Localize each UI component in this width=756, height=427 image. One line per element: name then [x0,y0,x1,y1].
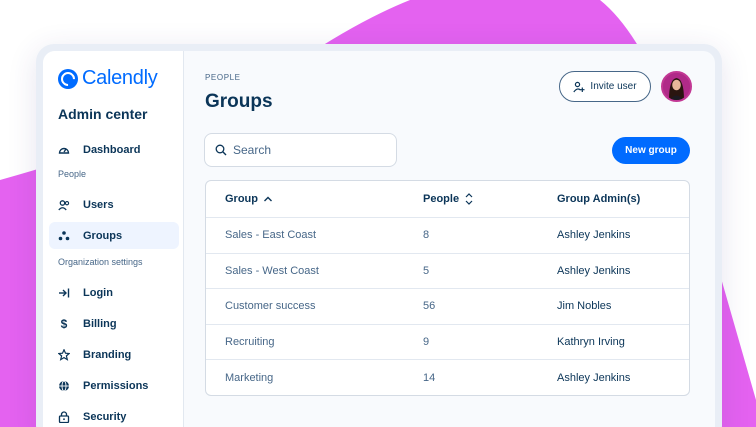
table-header-row: Group People Group Admin(s) [206,181,689,217]
page-eyebrow: PEOPLE [205,73,241,82]
avatar[interactable] [661,71,692,102]
column-header-people[interactable]: People [423,192,557,206]
invite-user-label: Invite user [590,81,637,92]
sidebar-item-dashboard[interactable]: Dashboard [49,136,179,163]
table-row[interactable]: Customer success 56 Jim Nobles [206,288,689,324]
cell-people-count: 14 [423,371,436,384]
sidebar-item-label: Branding [83,348,132,361]
cell-group-name: Recruiting [225,336,275,349]
sidebar-item-permissions[interactable]: Permissions [49,372,179,399]
table-row[interactable]: Sales - East Coast 8 Ashley Jenkins [206,217,689,253]
search-input[interactable]: Search [204,133,397,167]
table-row[interactable]: Marketing 14 Ashley Jenkins [206,359,689,395]
section-label-people: People [58,169,87,179]
sidebar: Calendly Admin center Dashboard People U… [43,51,184,427]
cell-group-admin: Ashley Jenkins [557,264,631,277]
cell-group-name: Customer success [225,300,316,313]
new-group-button[interactable]: New group [612,137,690,164]
calendly-logo[interactable]: Calendly [58,67,158,90]
add-user-icon [573,81,585,93]
sidebar-item-users[interactable]: Users [49,191,179,218]
groups-icon [58,230,70,242]
calendly-wordmark: Calendly [82,67,158,89]
search-placeholder: Search [233,143,272,157]
column-header-label: Group [225,193,258,205]
sidebar-item-label: Dashboard [83,143,141,156]
lock-icon [58,410,70,423]
column-header-group[interactable]: Group [206,193,423,205]
calendly-logo-icon [58,68,78,89]
sidebar-item-billing[interactable]: $ Billing [49,310,179,337]
globe-icon [58,380,70,392]
dashboard-gauge-icon [58,144,70,156]
cell-group-admin: Ashley Jenkins [557,371,631,384]
section-label-organization-settings: Organization settings [58,257,143,267]
invite-user-button[interactable]: Invite user [559,71,651,102]
cell-people-count: 9 [423,336,430,349]
cell-group-name: Sales - West Coast [225,264,319,277]
sidebar-item-branding[interactable]: Branding [49,341,179,368]
avatar-portrait [663,73,690,100]
login-arrow-icon [58,287,70,299]
sort-both-icon [464,192,474,206]
sidebar-item-label: Login [83,286,113,299]
cell-people-count: 56 [423,300,436,313]
table-row[interactable]: Sales - West Coast 5 Ashley Jenkins [206,252,689,289]
cell-group-name: Sales - East Coast [225,229,317,242]
search-icon [215,144,227,156]
cell-people-count: 8 [423,229,430,242]
sidebar-item-label: Permissions [83,379,149,392]
cell-people-count: 5 [423,264,430,277]
groups-table: Group People Group Admin(s) Sales - East… [205,180,690,396]
cell-group-admin: Jim Nobles [557,300,612,313]
sort-ascending-icon [263,195,273,203]
cell-group-admin: Kathryn Irving [557,336,625,349]
sidebar-item-security[interactable]: Security [49,403,179,427]
users-icon [58,199,70,211]
cell-group-name: Marketing [225,371,274,384]
column-header-group-admins[interactable]: Group Admin(s) [557,193,689,205]
star-icon [58,348,70,361]
app-window: Calendly Admin center Dashboard People U… [36,44,722,427]
sidebar-item-login[interactable]: Login [49,279,179,306]
sidebar-item-label: Billing [83,317,117,330]
sidebar-item-label: Users [83,198,114,211]
table-row[interactable]: Recruiting 9 Kathryn Irving [206,323,689,360]
dollar-icon: $ [60,316,68,331]
cell-group-admin: Ashley Jenkins [557,229,631,242]
sidebar-item-groups[interactable]: Groups [49,222,179,249]
sidebar-item-label: Security [83,410,127,423]
column-header-label: People [423,193,460,205]
page-title: Groups [205,91,273,112]
main-content: PEOPLE Groups Invite user Search New gro… [184,51,715,427]
sidebar-item-label: Groups [83,229,123,242]
admin-center-title: Admin center [58,106,148,122]
